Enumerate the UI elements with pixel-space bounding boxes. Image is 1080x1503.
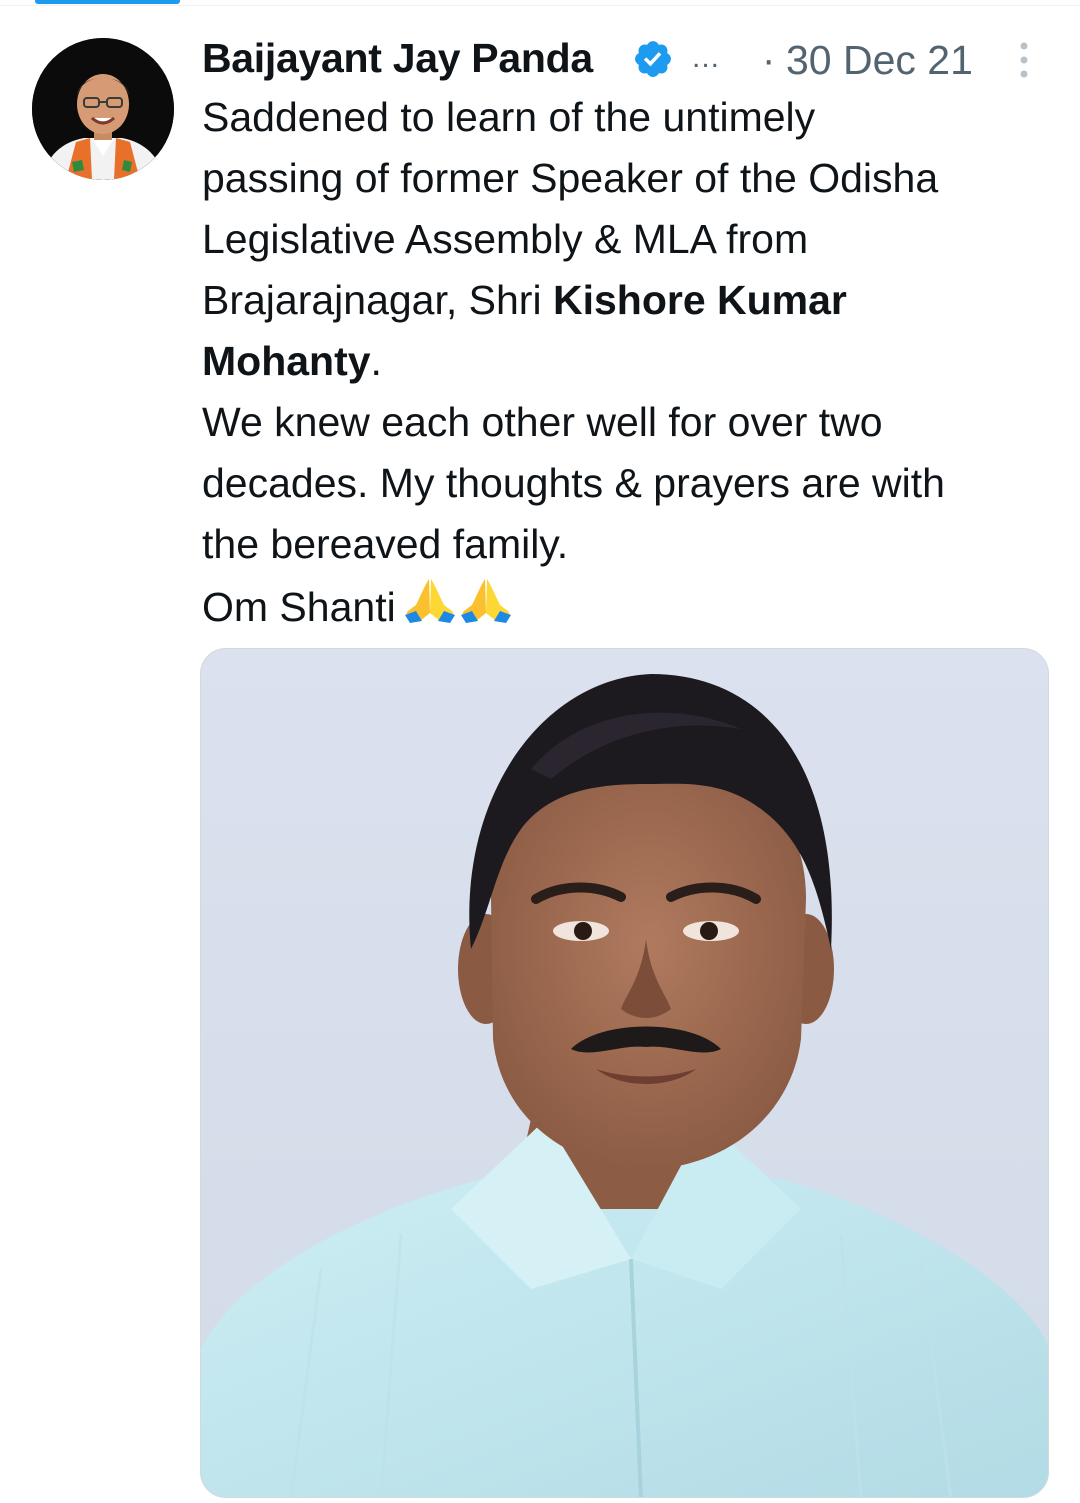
tweet-text-line: Brajarajnagar, Shri Kishore Kumar bbox=[202, 270, 1052, 331]
author-avatar[interactable] bbox=[32, 38, 174, 180]
tweet-text-span: Om Shanti bbox=[202, 584, 396, 630]
tweet-text-span: . bbox=[370, 338, 382, 384]
tweet-text-line: Saddened to learn of the untimely bbox=[202, 94, 816, 140]
tweet-text-line: Mohanty. bbox=[202, 331, 1052, 392]
portrait-photo bbox=[201, 649, 1048, 1497]
folded-hands-emoji-icon bbox=[404, 579, 511, 623]
tweet-text-line: decades. My thoughts & prayers are with bbox=[202, 460, 945, 506]
avatar-photo-icon bbox=[32, 38, 174, 180]
tweet-text-line: the bereaved family. bbox=[202, 521, 569, 567]
tweet-text-line: Legislative Assembly & MLA from bbox=[202, 216, 809, 262]
tweet-text-line: passing of former Speaker of the Odisha bbox=[202, 155, 939, 201]
author-name[interactable]: Baijayant Jay Panda bbox=[202, 34, 593, 82]
author-handle[interactable]: ... bbox=[692, 34, 720, 82]
tweet-media-photo[interactable] bbox=[200, 648, 1049, 1498]
tweet-text: Saddened to learn of the untimely passin… bbox=[202, 87, 1052, 638]
tweet-text-line: Om Shanti bbox=[202, 575, 1052, 638]
tweet-text-line: We knew each other well for over two bbox=[202, 399, 883, 445]
separator-dot: · bbox=[762, 38, 776, 82]
vertical-ellipsis-icon[interactable] bbox=[1014, 38, 1034, 82]
person-name-bold: Mohanty bbox=[202, 338, 371, 384]
verified-badge-icon bbox=[635, 41, 671, 77]
tweet-text-span: Brajarajnagar, Shri bbox=[202, 277, 553, 323]
tab-indicator bbox=[35, 0, 180, 4]
tweet-timestamp[interactable]: 30 Dec 21 bbox=[786, 36, 973, 84]
tweet-header: Baijayant Jay Panda ... · 30 Dec 21 bbox=[202, 30, 1052, 86]
person-name-bold: Kishore Kumar bbox=[552, 277, 847, 323]
